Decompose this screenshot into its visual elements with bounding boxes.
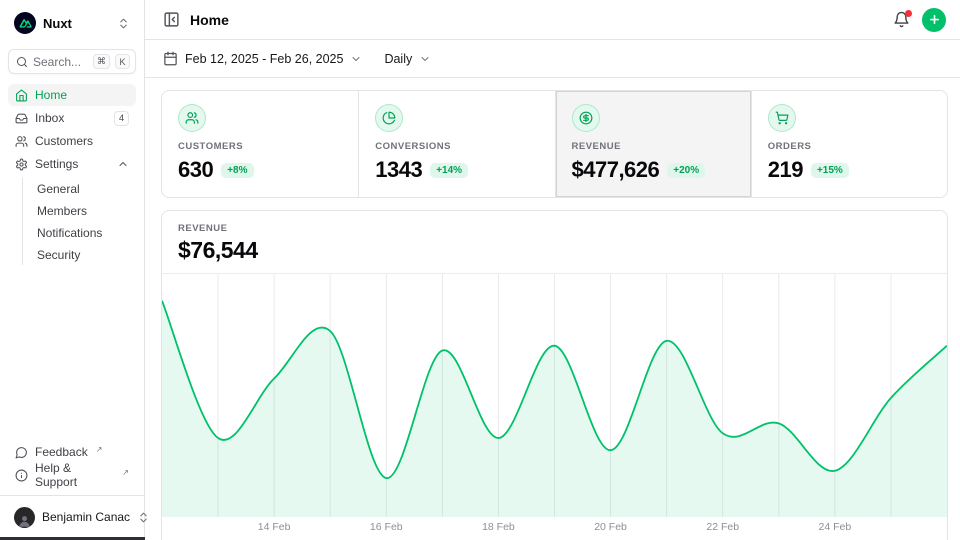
add-button[interactable] <box>922 8 946 32</box>
circle-dollar-icon <box>572 104 600 132</box>
sidebar-item-label: Help & Support <box>35 461 114 489</box>
x-tick-label: 16 Feb <box>370 521 403 533</box>
stats-row: CUSTOMERS 630 +8% CONVERSIONS 1343 +14% <box>161 90 948 198</box>
period-value: Daily <box>384 52 412 66</box>
team-switcher[interactable]: Nuxt <box>8 10 136 36</box>
external-link-icon: ↗ <box>122 468 129 477</box>
page-header: Home <box>145 0 960 40</box>
stat-label: CONVERSIONS <box>375 141 538 152</box>
sidebar-footer: Feedback ↗ Help & Support ↗ Benjamin Can… <box>8 441 136 532</box>
sidebar-item-customers[interactable]: Customers <box>8 130 136 152</box>
page-title: Home <box>190 12 229 28</box>
sidebar-item-label: Feedback <box>35 445 88 459</box>
stat-label: REVENUE <box>572 141 735 152</box>
notification-dot <box>905 10 912 17</box>
sidebar-item-label: Settings <box>35 157 110 171</box>
sidebar-item-settings[interactable]: Settings <box>8 153 136 175</box>
sidebar-item-label: Inbox <box>35 111 107 125</box>
sidebar-item-inbox[interactable]: Inbox 4 <box>8 107 136 129</box>
stat-value: 219 <box>768 157 803 183</box>
x-tick-label: 20 Feb <box>594 521 627 533</box>
period-select[interactable]: Daily <box>384 52 431 66</box>
search-placeholder: Search... <box>33 55 88 69</box>
user-name: Benjamin Canac <box>42 510 130 524</box>
submenu-label: Notifications <box>37 226 102 240</box>
inbox-icon <box>15 112 28 125</box>
x-tick-label: 24 Feb <box>818 521 851 533</box>
chevron-down-icon <box>419 53 431 65</box>
date-range-value: Feb 12, 2025 - Feb 26, 2025 <box>185 52 343 66</box>
info-circle-icon <box>15 469 28 482</box>
app-window: Nuxt Search... ⌘ K Home Inbox 4 <box>0 0 960 540</box>
gear-icon <box>15 158 28 171</box>
home-icon <box>15 89 28 102</box>
sidebar-item-label: Customers <box>35 134 129 148</box>
external-link-icon: ↗ <box>96 445 103 454</box>
delta-badge: +14% <box>430 163 468 178</box>
avatar <box>14 507 35 528</box>
nuxt-logo-icon <box>14 12 36 34</box>
x-tick-label: 18 Feb <box>482 521 515 533</box>
panel-left-close-icon <box>163 11 180 28</box>
message-bubble-icon <box>15 446 28 459</box>
users-icon <box>178 104 206 132</box>
stat-card-revenue[interactable]: REVENUE $477,626 +20% <box>555 91 751 197</box>
stat-label: ORDERS <box>768 141 931 152</box>
revenue-area-chart[interactable] <box>162 274 947 517</box>
chart-pie-icon <box>375 104 403 132</box>
chevron-up-icon <box>117 158 129 170</box>
x-tick-label: 22 Feb <box>706 521 739 533</box>
filters-toolbar: Feb 12, 2025 - Feb 26, 2025 Daily <box>145 40 960 78</box>
stat-value: 630 <box>178 157 213 183</box>
main-panel: Home Feb 12, 2025 - Feb 26, 2025 <box>145 0 960 540</box>
search-icon <box>16 56 28 68</box>
shopping-cart-icon <box>768 104 796 132</box>
delta-badge: +8% <box>221 163 253 178</box>
stat-value: 1343 <box>375 157 422 183</box>
chart-value: $76,544 <box>178 237 931 264</box>
revenue-chart-card: REVENUE $76,544 14 Feb 16 Feb 18 Feb 20 Feb… <box>161 210 948 540</box>
settings-submenu: General Members Notifications Security <box>22 178 136 265</box>
dashboard-content: CUSTOMERS 630 +8% CONVERSIONS 1343 +14% <box>145 78 960 540</box>
sidebar-item-label: Home <box>35 88 129 102</box>
sidebar-item-help-support[interactable]: Help & Support ↗ <box>8 464 136 486</box>
chart-x-axis: 14 Feb 16 Feb 18 Feb 20 Feb 22 Feb 24 Feb <box>162 517 947 538</box>
stat-card-conversions[interactable]: CONVERSIONS 1343 +14% <box>358 91 554 197</box>
stat-card-customers[interactable]: CUSTOMERS 630 +8% <box>162 91 358 197</box>
user-menu[interactable]: Benjamin Canac <box>8 502 136 532</box>
sidebar-item-feedback[interactable]: Feedback ↗ <box>8 441 136 463</box>
delta-badge: +15% <box>811 163 849 178</box>
divider <box>0 495 144 496</box>
chart-label: REVENUE <box>178 223 931 234</box>
sidebar: Nuxt Search... ⌘ K Home Inbox 4 <box>0 0 145 540</box>
stat-label: CUSTOMERS <box>178 141 342 152</box>
delta-badge: +20% <box>667 163 705 178</box>
kbd-k: K <box>115 54 130 69</box>
inbox-count-badge: 4 <box>114 111 129 126</box>
sidebar-collapse-button[interactable] <box>163 11 180 28</box>
stat-card-orders[interactable]: ORDERS 219 +15% <box>751 91 947 197</box>
notifications-button[interactable] <box>893 11 910 28</box>
date-range-picker[interactable]: Feb 12, 2025 - Feb 26, 2025 <box>163 51 362 66</box>
chevrons-up-down-icon <box>117 17 130 30</box>
stat-value: $477,626 <box>572 157 660 183</box>
sidebar-nav: Home Inbox 4 Customers Settings General <box>8 84 136 267</box>
sidebar-item-members[interactable]: Members <box>31 200 136 221</box>
sidebar-item-general[interactable]: General <box>31 178 136 199</box>
sidebar-item-notifications[interactable]: Notifications <box>31 222 136 243</box>
submenu-label: General <box>37 182 80 196</box>
search-input[interactable]: Search... ⌘ K <box>8 49 136 74</box>
chevron-down-icon <box>350 53 362 65</box>
submenu-label: Members <box>37 204 87 218</box>
sidebar-item-home[interactable]: Home <box>8 84 136 106</box>
kbd-cmd: ⌘ <box>93 54 110 69</box>
x-tick-label: 14 Feb <box>258 521 291 533</box>
plus-icon <box>928 13 941 26</box>
submenu-label: Security <box>37 248 80 262</box>
chart-header: REVENUE $76,544 <box>162 211 947 274</box>
sidebar-item-security[interactable]: Security <box>31 244 136 265</box>
calendar-icon <box>163 51 178 66</box>
users-icon <box>15 135 28 148</box>
brand-name: Nuxt <box>43 16 110 31</box>
